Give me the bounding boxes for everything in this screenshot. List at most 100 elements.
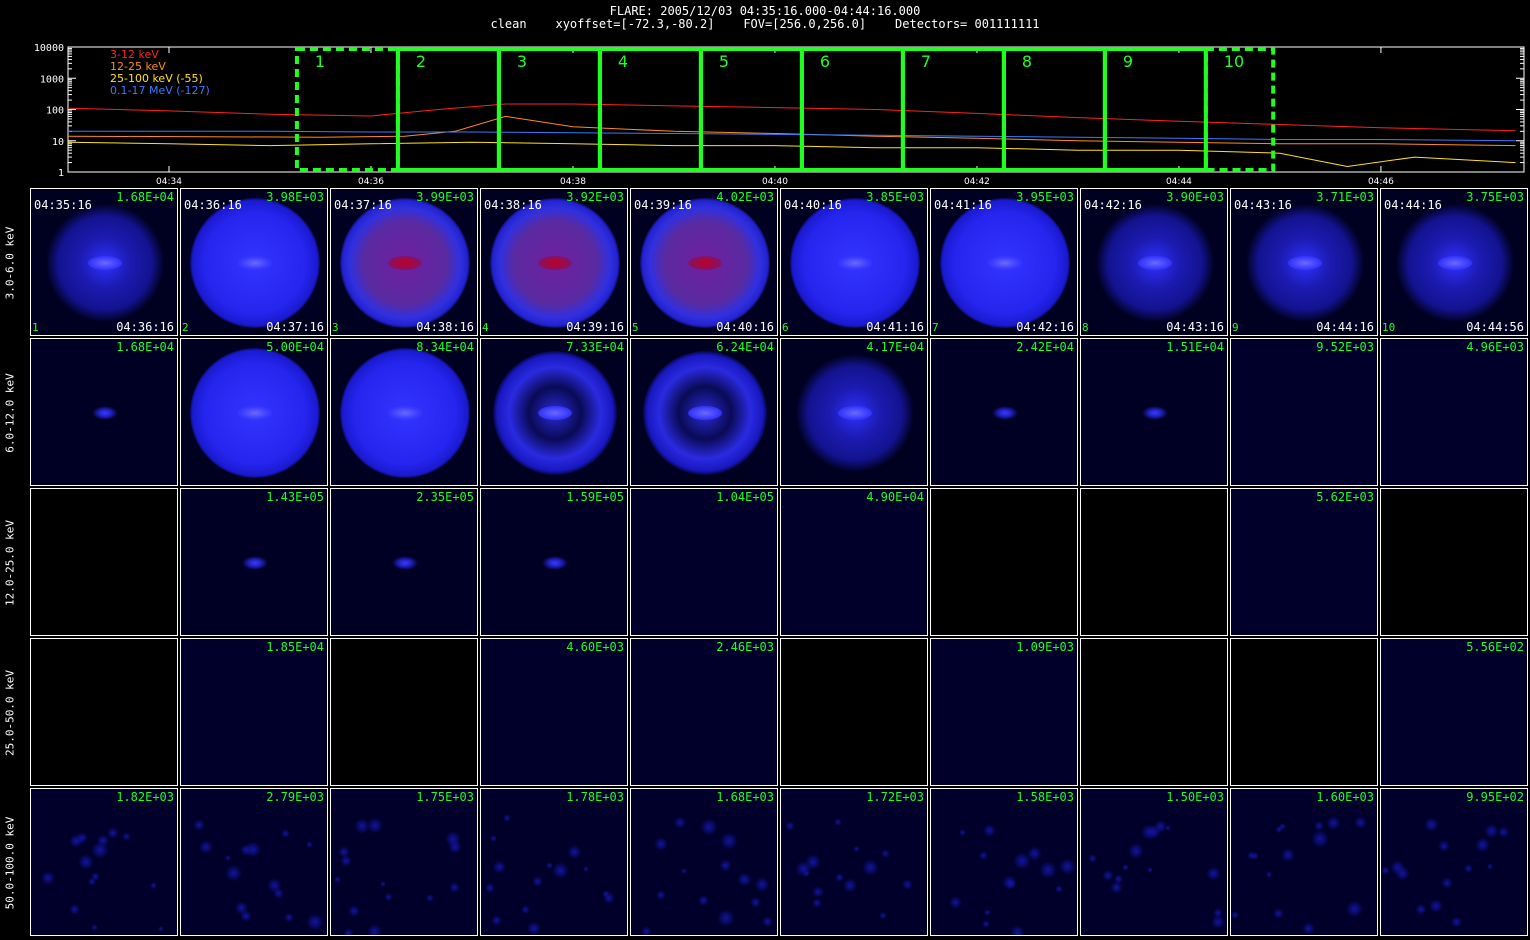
image-cell: 4.90E+04 — [780, 488, 928, 636]
energy-band-label: 3.0-6.0 keV — [2, 188, 18, 338]
interval-label: 3 — [517, 52, 527, 71]
noise-speck — [426, 894, 435, 903]
image-max-value: 4.90E+04 — [866, 490, 924, 504]
image-max-value: 9.95E+02 — [1466, 790, 1524, 804]
noise-speck — [795, 860, 812, 878]
image-cell: 3.92E+03 04:38:16 04:39:16 4 — [480, 188, 628, 336]
noise-speck — [157, 925, 165, 933]
noise-speck — [879, 911, 887, 920]
image-cell: 1.85E+04 — [180, 638, 328, 786]
noise-speck — [1122, 863, 1130, 871]
noise-speck — [959, 829, 967, 837]
image-max-value: 4.60E+03 — [566, 640, 624, 654]
image-cell: 6.24E+04 — [630, 338, 778, 486]
interval-label: 1 — [315, 52, 325, 71]
image-max-value: 1.68E+04 — [116, 190, 174, 204]
image-max-value: 3.99E+03 — [416, 190, 474, 204]
noise-speck — [736, 871, 752, 887]
noise-speck — [1390, 859, 1406, 875]
interval-start-time: 04:36:16 — [184, 198, 242, 212]
image-max-value: 1.43E+05 — [266, 490, 324, 504]
image-cell: 1.78E+03 — [480, 788, 628, 936]
interval-end-time: 04:42:16 — [1016, 320, 1074, 334]
image-cell: 1.68E+04 — [30, 338, 178, 486]
image-max-value: 3.75E+03 — [1466, 190, 1524, 204]
noise-speck — [284, 912, 294, 922]
noise-speck — [842, 877, 858, 893]
noise-speck — [531, 876, 544, 888]
image-max-value: 1.68E+04 — [116, 340, 174, 354]
noise-speck — [90, 923, 99, 932]
noise-speck — [1354, 816, 1368, 830]
interval-label: 7 — [921, 52, 931, 71]
flare-core — [838, 256, 872, 270]
interval-label: 9 — [1123, 52, 1133, 71]
image-max-value: 1.50E+03 — [1166, 790, 1224, 804]
interval-label: 8 — [1022, 52, 1032, 71]
lightcurve-chart: 1 10 100 1000 10000 04:34 04:36 04:38 04:40 04:42… — [34, 43, 1525, 187]
noise-speck — [384, 892, 393, 902]
flare-core — [88, 256, 122, 270]
noise-speck — [1314, 821, 1324, 831]
noise-speck — [1414, 903, 1427, 916]
image-max-value: 1.78E+03 — [566, 790, 624, 804]
noise-speck — [306, 841, 313, 849]
flare-core — [538, 256, 572, 270]
noise-speck — [1450, 916, 1463, 928]
noise-speck — [784, 820, 795, 831]
x-tick-label: 04:46 — [1368, 177, 1394, 187]
image-cell: 2.42E+04 — [930, 338, 1078, 486]
flare-core — [388, 256, 422, 270]
flare-core — [1138, 256, 1172, 270]
image-max-value: 1.85E+04 — [266, 640, 324, 654]
noise-speck — [567, 844, 582, 860]
image-cell: 5.00E+04 — [180, 338, 328, 486]
interval-end-time: 04:40:16 — [716, 320, 774, 334]
noise-speck — [1205, 865, 1221, 881]
noise-speck — [880, 849, 890, 858]
energy-band-text: 12.0-25.0 keV — [3, 519, 17, 607]
noise-speck — [1424, 817, 1439, 833]
image-cell: 1.59E+05 — [480, 488, 628, 636]
image-cell — [30, 488, 178, 636]
noise-speck — [700, 818, 718, 836]
image-cell: 1.68E+04 04:35:16 04:36:16 1 — [30, 188, 178, 336]
noise-speck — [982, 824, 997, 838]
interval-label: 2 — [416, 52, 426, 71]
x-tick-label: 04:40 — [762, 177, 788, 187]
image-cell: 3.99E+03 04:37:16 04:38:16 3 — [330, 188, 478, 336]
noise-speck — [982, 920, 990, 928]
image-cell: 1.68E+03 — [630, 788, 778, 936]
noise-speck — [655, 889, 667, 901]
image-max-value: 2.79E+03 — [266, 790, 324, 804]
image-max-value: 1.09E+03 — [1016, 640, 1074, 654]
image-cell: 4.60E+03 — [480, 638, 628, 786]
image-max-value: 3.90E+03 — [1166, 190, 1224, 204]
interval-start-time: 04:42:16 — [1084, 198, 1142, 212]
image-cell — [1080, 488, 1228, 636]
noise-speck — [1437, 839, 1450, 852]
image-cell — [930, 488, 1078, 636]
noise-speck — [520, 904, 530, 914]
noise-speck — [306, 912, 324, 931]
noise-speck — [552, 862, 570, 880]
image-cell: 1.04E+05 — [630, 488, 778, 636]
interval-end-time: 04:44:56 — [1466, 320, 1524, 334]
interval-index: 9 — [1232, 321, 1239, 334]
image-max-value: 4.02E+03 — [716, 190, 774, 204]
image-cell: 1.82E+03 — [30, 788, 178, 936]
flare-core — [1438, 256, 1472, 270]
noise-speck — [448, 881, 461, 894]
image-cell: 1.60E+03 — [1230, 788, 1378, 936]
noise-speck — [698, 894, 710, 906]
emission-source — [92, 405, 118, 421]
image-cell — [1380, 488, 1528, 636]
noise-speck — [833, 817, 843, 827]
noise-speck — [1464, 863, 1474, 873]
interval-label: 5 — [719, 52, 729, 71]
noise-speck — [812, 886, 824, 899]
image-cell: 3.95E+03 04:41:16 04:42:16 7 — [930, 188, 1078, 336]
image-max-value: 5.00E+04 — [266, 340, 324, 354]
noise-speck — [503, 814, 511, 822]
noise-speck — [1497, 826, 1510, 838]
